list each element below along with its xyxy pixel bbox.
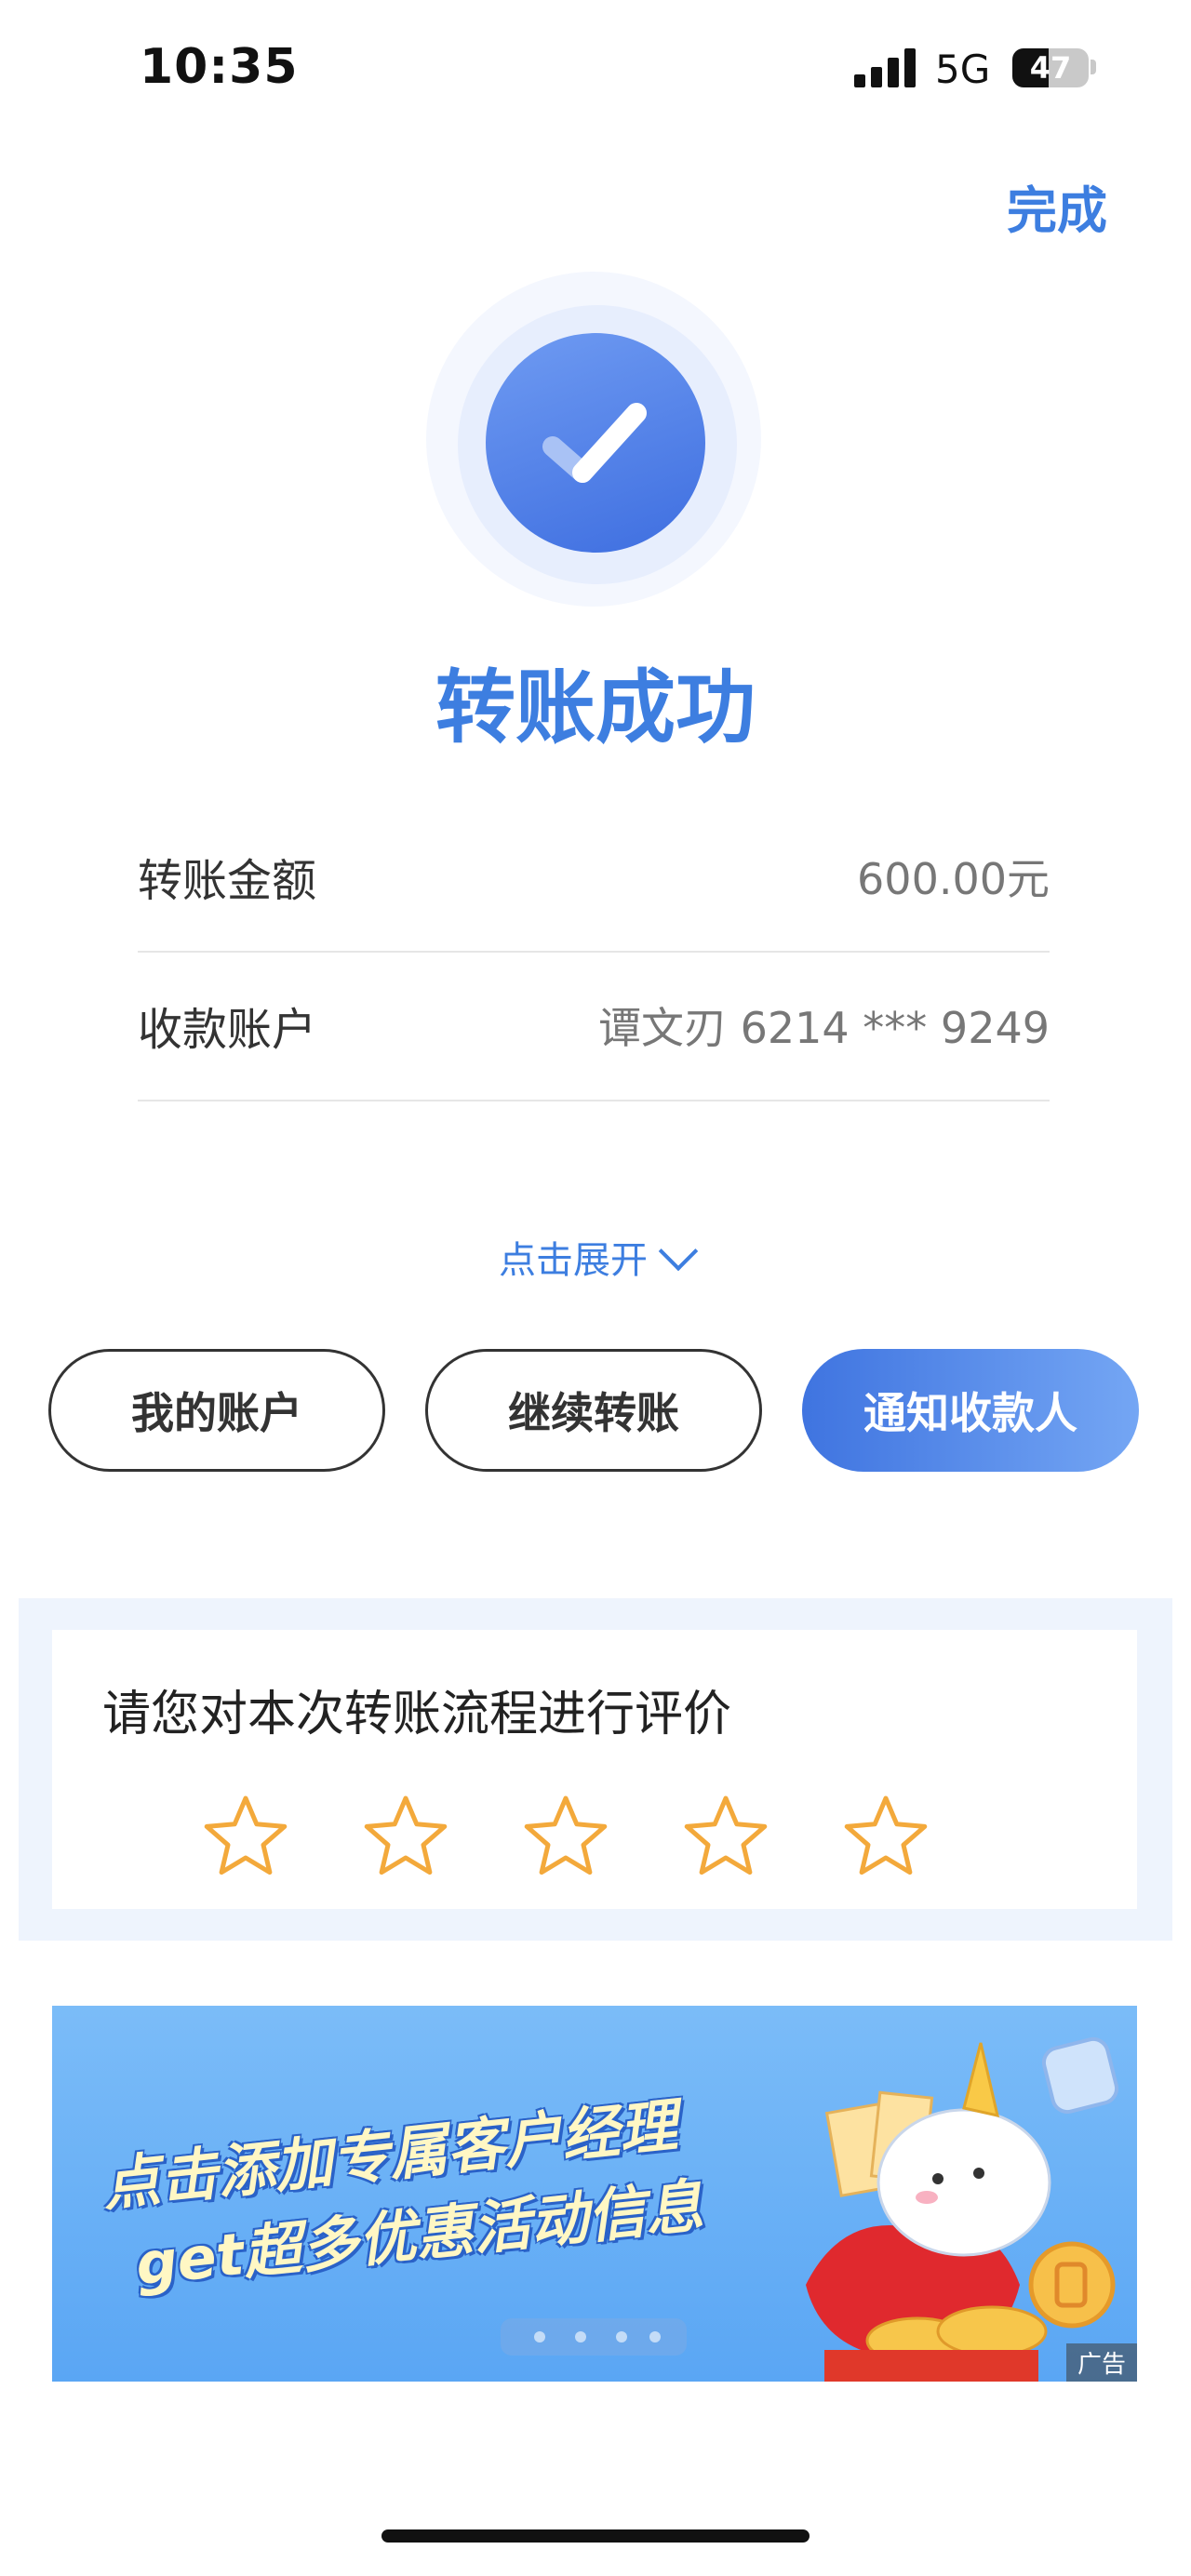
- rating-star-icon[interactable]: [519, 1791, 612, 1884]
- mascot-illustration: [806, 2036, 1119, 2382]
- battery-percent: 47: [1029, 50, 1072, 86]
- battery-cap: [1091, 60, 1096, 74]
- promo-banner[interactable]: 点击添加专属客户经理 get超多优惠活动信息 广告: [52, 2006, 1137, 2382]
- expand-label: 点击展开: [499, 1239, 648, 1282]
- continue-transfer-button[interactable]: 继续转账: [425, 1349, 762, 1472]
- network-label: 5G: [935, 47, 991, 92]
- status-time: 10:35: [140, 39, 299, 95]
- rating-title: 请您对本次转账流程进行评价: [102, 1687, 732, 1742]
- amount-value: 600.00元: [857, 854, 1050, 904]
- my-account-button[interactable]: 我的账户: [48, 1349, 385, 1472]
- result-title: 转账成功: [435, 661, 756, 754]
- signal-icon: [854, 47, 917, 87]
- rating-star-icon[interactable]: [679, 1791, 772, 1884]
- success-check-icon: [486, 333, 705, 553]
- amount-label: 转账金额: [138, 855, 317, 907]
- account-value: 谭文刃 6214 *** 9249: [598, 1003, 1050, 1053]
- rating-star-icon[interactable]: [199, 1791, 292, 1884]
- detail-row-account: 收款账户 谭文刃 6214 *** 9249: [138, 951, 1050, 1101]
- notify-payee-button[interactable]: 通知收款人: [802, 1349, 1139, 1472]
- chevron-down-icon: [658, 1231, 699, 1272]
- ad-badge: 广告: [1065, 2343, 1137, 2382]
- battery-icon: 47: [1012, 48, 1089, 87]
- rating-star-icon[interactable]: [839, 1791, 932, 1884]
- home-indicator: [381, 2529, 810, 2543]
- expand-link[interactable]: 点击展开: [0, 1230, 1191, 1284]
- rating-star-icon[interactable]: [359, 1791, 452, 1884]
- detail-row-amount: 转账金额 600.00元: [138, 802, 1050, 953]
- banner-pagination[interactable]: [501, 2318, 687, 2356]
- done-button[interactable]: 完成: [1007, 169, 1107, 243]
- account-label: 收款账户: [138, 1004, 317, 1056]
